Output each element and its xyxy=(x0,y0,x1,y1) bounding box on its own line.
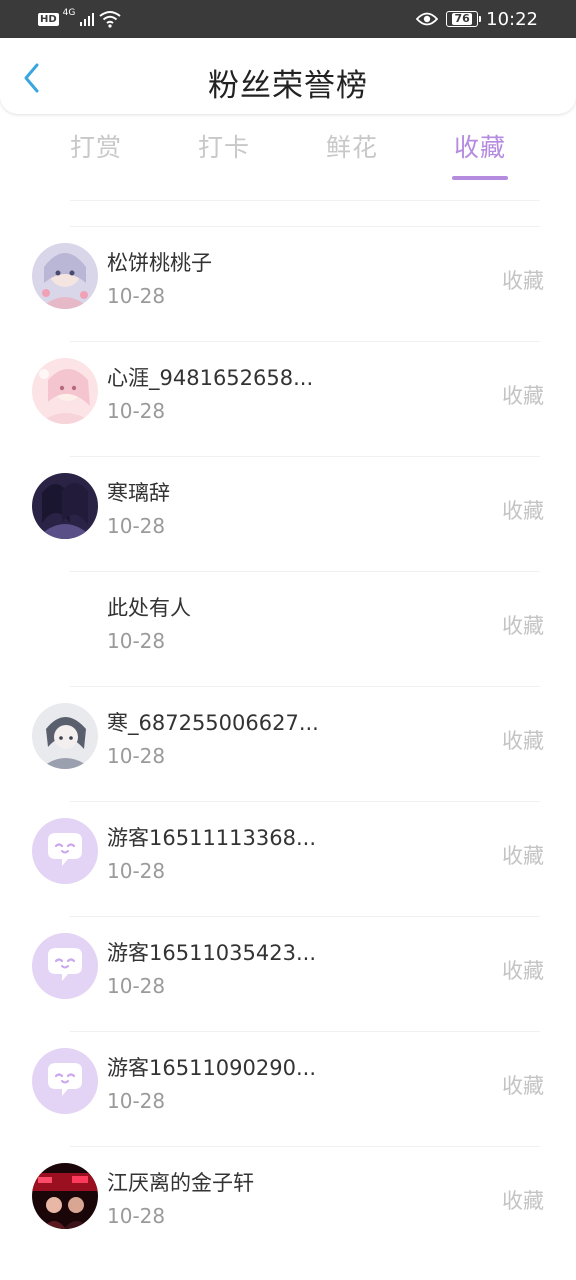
fan-date: 10-28 xyxy=(107,1089,166,1113)
status-right: 76 10:22 xyxy=(416,0,538,38)
hd-badge: HD xyxy=(38,12,59,26)
fan-name: 游客16511035423... xyxy=(107,941,316,965)
favorite-action: 收藏 xyxy=(502,499,544,523)
fan-list: 松饼桃桃子 10-28 收藏 心涯_9481652658... 10-28 收藏 xyxy=(0,220,576,1255)
photo-icon xyxy=(32,703,98,769)
photo-icon xyxy=(32,473,98,539)
avatar xyxy=(32,1048,98,1114)
photo-icon xyxy=(32,243,98,309)
tab-flowers[interactable]: 鲜花 xyxy=(288,128,416,164)
fan-name: 江厌离的金子轩 xyxy=(107,1171,254,1195)
fan-name: 游客16511090290... xyxy=(107,1056,316,1080)
avatar xyxy=(32,588,98,654)
fan-name: 寒璃辞 xyxy=(107,481,170,505)
avatar xyxy=(32,818,98,884)
eye-icon xyxy=(416,12,439,26)
battery-icon: 76 xyxy=(446,11,482,27)
avatar xyxy=(32,1163,98,1229)
avatar xyxy=(32,933,98,999)
tab-favorites[interactable]: 收藏 xyxy=(416,128,544,164)
list-item[interactable]: 心涯_9481652658... 10-28 收藏 xyxy=(0,335,576,450)
wifi-icon xyxy=(99,11,121,28)
fan-date: 10-28 xyxy=(107,399,166,423)
fan-date: 10-28 xyxy=(107,859,166,883)
photo-icon xyxy=(32,1163,98,1229)
header: 粉丝荣誉榜 xyxy=(0,38,576,114)
photo-icon xyxy=(32,358,98,424)
fan-name: 寒_687255006627... xyxy=(107,711,319,735)
fan-date: 10-28 xyxy=(107,1204,166,1228)
battery-level: 76 xyxy=(452,12,472,25)
favorite-action: 收藏 xyxy=(502,1074,544,1098)
list-item[interactable]: 寒_687255006627... 10-28 收藏 xyxy=(0,680,576,795)
fan-date: 10-28 xyxy=(107,514,166,538)
fan-date: 10-28 xyxy=(107,744,166,768)
avatar xyxy=(32,358,98,424)
favorite-action: 收藏 xyxy=(502,384,544,408)
list-item[interactable]: 江厌离的金子轩 10-28 收藏 xyxy=(0,1140,576,1255)
tab-checkin[interactable]: 打卡 xyxy=(160,128,288,164)
fan-name: 心涯_9481652658... xyxy=(107,366,314,390)
fan-name: 游客16511113368... xyxy=(107,826,316,850)
list-item[interactable]: 寒璃辞 10-28 收藏 xyxy=(0,450,576,565)
favorite-action: 收藏 xyxy=(502,1189,544,1213)
avatar xyxy=(32,703,98,769)
favorite-action: 收藏 xyxy=(502,959,544,983)
active-tab-indicator xyxy=(452,176,508,180)
page-title: 粉丝荣誉榜 xyxy=(208,68,368,104)
status-left: HD 4G xyxy=(38,0,121,38)
avatar xyxy=(32,473,98,539)
fan-date: 10-28 xyxy=(107,629,166,653)
network-type: 4G xyxy=(62,8,76,18)
fan-date: 10-28 xyxy=(107,284,166,308)
favorite-action: 收藏 xyxy=(502,729,544,753)
clock: 10:22 xyxy=(486,8,538,30)
favorite-action: 收藏 xyxy=(502,614,544,638)
list-item[interactable]: 游客16511113368... 10-28 收藏 xyxy=(0,795,576,910)
guest-chat-icon xyxy=(48,833,82,866)
status-bar: HD 4G 76 10:22 xyxy=(0,0,576,38)
fan-name: 松饼桃桃子 xyxy=(107,251,212,275)
guest-chat-icon xyxy=(48,1063,82,1096)
fan-name: 此处有人 xyxy=(107,596,191,620)
fan-date: 10-28 xyxy=(107,974,166,998)
favorite-action: 收藏 xyxy=(502,844,544,868)
guest-chat-icon xyxy=(48,948,82,981)
list-item[interactable]: 此处有人 10-28 收藏 xyxy=(0,565,576,680)
list-item[interactable]: 游客16511090290... 10-28 收藏 xyxy=(0,1025,576,1140)
signal-icon xyxy=(80,13,95,26)
list-item[interactable]: 游客16511035423... 10-28 收藏 xyxy=(0,910,576,1025)
tab-reward[interactable]: 打赏 xyxy=(32,128,160,164)
avatar xyxy=(32,243,98,309)
list-item[interactable]: 松饼桃桃子 10-28 收藏 xyxy=(0,220,576,335)
favorite-action: 收藏 xyxy=(502,269,544,293)
divider xyxy=(70,200,540,201)
